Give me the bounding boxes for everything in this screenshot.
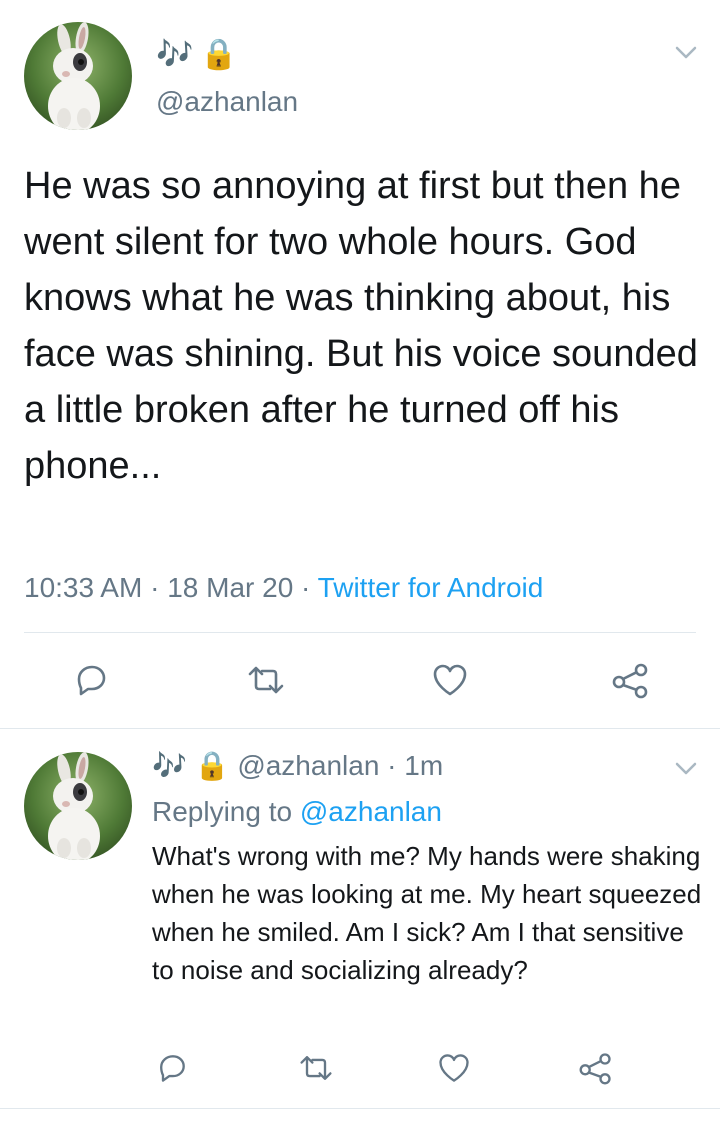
reply-text: What's wrong with me? My hands were shak… [152,841,702,985]
lock-icon: 🔒 [200,38,238,71]
avatar[interactable] [24,22,132,130]
share-icon[interactable] [609,660,653,700]
tweet-date: 18 Mar 20 [167,572,294,603]
replying-to-label: Replying to [152,796,300,827]
heart-icon[interactable] [436,1050,472,1086]
reply-icon[interactable] [154,1050,190,1086]
tweet-client-link[interactable]: Twitter for Android [318,572,544,603]
tweet-time: 10:33 AM [24,572,143,603]
chevron-down-icon[interactable] [672,754,700,782]
replying-to-handle[interactable]: @azhanlan [300,796,442,827]
bunny-avatar-image [24,752,132,860]
user-handle[interactable]: @azhanlan [156,86,298,118]
heart-icon[interactable] [430,660,470,700]
meta-separator: · [293,572,318,603]
lock-icon: 🔒 [194,750,230,781]
meta-separator: · [142,572,168,603]
header-separator: · [379,750,405,781]
tweet-meta: 10:33 AM · 18 Mar 20 · Twitter for Andro… [24,571,543,605]
retweet-icon[interactable] [244,660,288,700]
tweet-text: He was so annoying at first but then he … [24,165,709,487]
divider [24,632,696,633]
reply-user-handle[interactable]: @azhanlan [237,750,379,781]
replying-to-line: Replying to @azhanlan [152,796,442,828]
music-notes-icon: 🎶 [152,750,187,781]
retweet-icon[interactable] [296,1050,336,1086]
bunny-avatar-image [24,22,132,130]
share-icon[interactable] [576,1050,616,1086]
reply-icon[interactable] [71,660,111,700]
section-divider [0,728,720,729]
reply-age: 1m [404,750,444,781]
reply-avatar[interactable] [24,752,132,860]
bottom-divider [0,1108,720,1109]
music-notes-icon: 🎶 [156,38,194,71]
reply-header: 🎶 🔒 @azhanlan · 1m [152,750,443,782]
chevron-down-icon[interactable] [672,38,700,66]
